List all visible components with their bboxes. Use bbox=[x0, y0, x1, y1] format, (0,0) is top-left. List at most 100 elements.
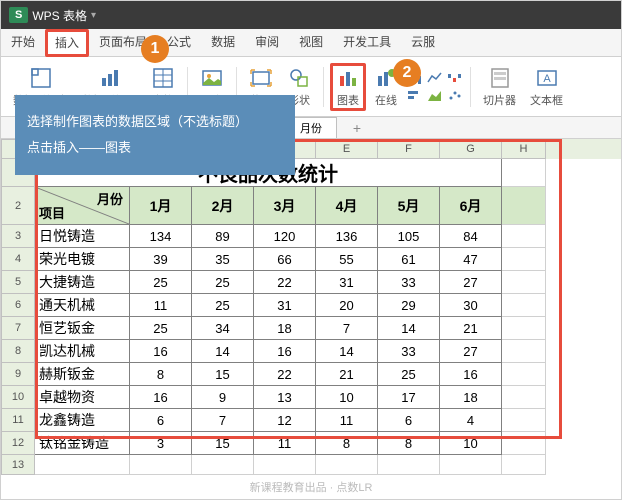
data-cell[interactable]: 14 bbox=[316, 340, 378, 363]
header-cell[interactable]: 6月 bbox=[440, 187, 502, 225]
app-dropdown-icon[interactable]: ▾ bbox=[91, 10, 96, 21]
data-cell[interactable]: 16 bbox=[130, 340, 192, 363]
data-cell[interactable]: 15 bbox=[192, 363, 254, 386]
tab-view[interactable]: 视图 bbox=[289, 28, 333, 56]
data-cell[interactable]: 7 bbox=[316, 317, 378, 340]
cell[interactable] bbox=[502, 363, 546, 386]
ribbon-slicer[interactable]: 切片器 bbox=[477, 64, 522, 110]
row-name-cell[interactable]: 日悦铸造 bbox=[35, 225, 130, 248]
cell[interactable] bbox=[316, 455, 378, 475]
mini-area-icon[interactable] bbox=[426, 88, 444, 104]
row-header[interactable]: 10 bbox=[1, 386, 35, 409]
data-cell[interactable]: 11 bbox=[254, 432, 316, 455]
ribbon-textbox[interactable]: A 文本框 bbox=[524, 64, 569, 110]
row-name-cell[interactable]: 龙鑫铸造 bbox=[35, 409, 130, 432]
row-name-cell[interactable]: 通天机械 bbox=[35, 294, 130, 317]
data-cell[interactable]: 21 bbox=[316, 363, 378, 386]
row-name-cell[interactable]: 恒艺钣金 bbox=[35, 317, 130, 340]
data-cell[interactable]: 13 bbox=[254, 386, 316, 409]
data-cell[interactable]: 33 bbox=[378, 340, 440, 363]
data-cell[interactable]: 12 bbox=[254, 409, 316, 432]
data-cell[interactable]: 30 bbox=[440, 294, 502, 317]
data-cell[interactable]: 25 bbox=[192, 294, 254, 317]
row-header[interactable]: 8 bbox=[1, 340, 35, 363]
cell[interactable] bbox=[502, 432, 546, 455]
data-cell[interactable]: 27 bbox=[440, 271, 502, 294]
data-cell[interactable]: 22 bbox=[254, 363, 316, 386]
data-cell[interactable]: 10 bbox=[316, 386, 378, 409]
tab-insert[interactable]: 插入 bbox=[45, 29, 89, 57]
data-cell[interactable]: 14 bbox=[192, 340, 254, 363]
data-cell[interactable]: 15 bbox=[192, 432, 254, 455]
data-cell[interactable]: 33 bbox=[378, 271, 440, 294]
row-name-cell[interactable]: 卓越物资 bbox=[35, 386, 130, 409]
row-header[interactable]: 7 bbox=[1, 317, 35, 340]
cell[interactable] bbox=[378, 455, 440, 475]
col-header[interactable]: G bbox=[440, 139, 502, 159]
mini-winloss-icon[interactable] bbox=[446, 70, 464, 86]
data-cell[interactable]: 29 bbox=[378, 294, 440, 317]
cell[interactable] bbox=[502, 455, 546, 475]
add-sheet-icon[interactable]: + bbox=[353, 120, 361, 136]
data-cell[interactable]: 21 bbox=[440, 317, 502, 340]
row-header[interactable]: 4 bbox=[1, 248, 35, 271]
col-header[interactable]: H bbox=[502, 139, 546, 159]
ribbon-chart[interactable]: 图表 bbox=[330, 63, 366, 111]
cell[interactable] bbox=[35, 455, 130, 475]
data-cell[interactable]: 3 bbox=[130, 432, 192, 455]
header-diagonal-cell[interactable]: 月份 项目 bbox=[35, 187, 130, 225]
data-cell[interactable]: 7 bbox=[192, 409, 254, 432]
cell[interactable] bbox=[502, 159, 546, 187]
row-header[interactable]: 11 bbox=[1, 409, 35, 432]
row-name-cell[interactable]: 赫斯钣金 bbox=[35, 363, 130, 386]
data-cell[interactable]: 4 bbox=[440, 409, 502, 432]
header-cell[interactable]: 5月 bbox=[378, 187, 440, 225]
tab-review[interactable]: 审阅 bbox=[245, 28, 289, 56]
tab-home[interactable]: 开始 bbox=[1, 28, 45, 56]
data-cell[interactable]: 120 bbox=[254, 225, 316, 248]
col-header[interactable]: E bbox=[316, 139, 378, 159]
header-cell[interactable]: 2月 bbox=[192, 187, 254, 225]
data-cell[interactable]: 35 bbox=[192, 248, 254, 271]
cell[interactable] bbox=[130, 455, 192, 475]
data-cell[interactable]: 8 bbox=[316, 432, 378, 455]
row-name-cell[interactable]: 凯达机械 bbox=[35, 340, 130, 363]
data-cell[interactable]: 18 bbox=[254, 317, 316, 340]
data-cell[interactable]: 61 bbox=[378, 248, 440, 271]
cell[interactable] bbox=[192, 455, 254, 475]
mini-line-icon[interactable] bbox=[426, 70, 444, 86]
data-cell[interactable]: 31 bbox=[254, 294, 316, 317]
cell[interactable] bbox=[502, 271, 546, 294]
data-cell[interactable]: 10 bbox=[440, 432, 502, 455]
mini-scatter-icon[interactable] bbox=[446, 88, 464, 104]
cell[interactable] bbox=[502, 386, 546, 409]
data-cell[interactable]: 14 bbox=[378, 317, 440, 340]
header-cell[interactable]: 1月 bbox=[130, 187, 192, 225]
cell[interactable] bbox=[502, 340, 546, 363]
data-cell[interactable]: 8 bbox=[378, 432, 440, 455]
cell[interactable] bbox=[254, 455, 316, 475]
row-name-cell[interactable]: 钛铭金铸造 bbox=[35, 432, 130, 455]
row-header[interactable]: 6 bbox=[1, 294, 35, 317]
row-header[interactable]: 2 bbox=[1, 187, 35, 225]
data-cell[interactable]: 16 bbox=[254, 340, 316, 363]
row-header[interactable]: 12 bbox=[1, 432, 35, 455]
data-cell[interactable]: 6 bbox=[378, 409, 440, 432]
data-cell[interactable]: 136 bbox=[316, 225, 378, 248]
cell[interactable] bbox=[502, 317, 546, 340]
row-name-cell[interactable]: 大捷铸造 bbox=[35, 271, 130, 294]
cell[interactable] bbox=[502, 294, 546, 317]
row-header[interactable]: 3 bbox=[1, 225, 35, 248]
header-cell[interactable]: 3月 bbox=[254, 187, 316, 225]
data-cell[interactable]: 11 bbox=[316, 409, 378, 432]
mini-bar-icon[interactable] bbox=[406, 88, 424, 104]
tab-cloud[interactable]: 云服 bbox=[401, 28, 445, 56]
data-cell[interactable]: 17 bbox=[378, 386, 440, 409]
data-cell[interactable]: 31 bbox=[316, 271, 378, 294]
data-cell[interactable]: 6 bbox=[130, 409, 192, 432]
cell[interactable] bbox=[440, 455, 502, 475]
data-cell[interactable]: 16 bbox=[130, 386, 192, 409]
row-header[interactable]: 5 bbox=[1, 271, 35, 294]
data-cell[interactable]: 22 bbox=[254, 271, 316, 294]
data-cell[interactable]: 11 bbox=[130, 294, 192, 317]
